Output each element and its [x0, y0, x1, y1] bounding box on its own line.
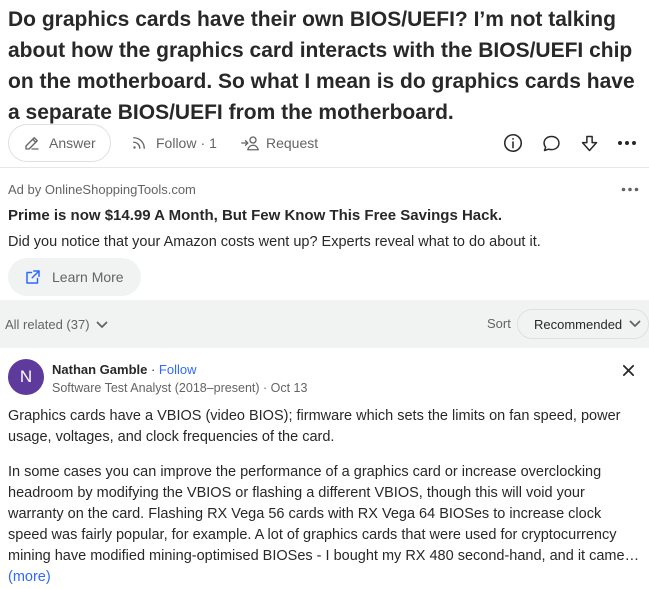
avatar[interactable]: N	[8, 359, 44, 395]
more-link[interactable]: (more)	[8, 569, 51, 585]
rss-follow-icon	[133, 137, 145, 149]
answer-paragraph: Graphics cards have a VBIOS (video BIOS)…	[8, 408, 621, 445]
author-name[interactable]: Nathan Gamble	[52, 362, 147, 377]
author-separator: ·	[147, 362, 159, 377]
answer-paragraph: In some cases you can improve the perfor…	[8, 462, 640, 588]
learn-more-button[interactable]: Learn More	[8, 258, 141, 296]
related-answers-bar: All related (37) Sort Recommended	[0, 300, 649, 348]
ad-title[interactable]: Prime is now $14.99 A Month, But Few Kno…	[8, 207, 502, 224]
follow-count: 1	[209, 135, 217, 151]
close-icon	[622, 364, 634, 376]
more-options-button[interactable]	[614, 130, 640, 156]
more-icon	[618, 141, 636, 145]
sort-label: Sort	[487, 316, 511, 331]
all-related-dropdown[interactable]: All related (37)	[5, 317, 108, 332]
external-link-icon	[26, 270, 40, 284]
sort-select[interactable]: Recommended	[517, 309, 649, 339]
request-person-icon	[241, 136, 259, 151]
author-line: Nathan Gamble · Follow	[52, 362, 197, 377]
ad-description: Did you notice that your Amazon costs we…	[8, 234, 541, 250]
more-icon	[621, 187, 639, 191]
author-follow-link[interactable]: Follow	[159, 362, 197, 377]
follow-label: Follow	[156, 135, 197, 151]
ad-sponsor[interactable]: Ad by OnlineShoppingTools.com	[8, 182, 196, 197]
sort-value: Recommended	[534, 316, 623, 332]
follow-separator: ·	[200, 135, 206, 151]
comment-button[interactable]	[538, 130, 564, 156]
downvote-button[interactable]	[576, 130, 602, 156]
ad-more-button[interactable]	[619, 180, 641, 198]
downvote-icon	[581, 135, 597, 151]
info-button[interactable]	[500, 130, 526, 156]
comment-icon	[542, 135, 560, 151]
answer-label: Answer	[49, 135, 96, 151]
question-title: Do graphics cards have their own BIOS/UE…	[8, 8, 635, 124]
learn-more-label: Learn More	[52, 269, 124, 285]
request-button[interactable]: Request	[240, 124, 318, 162]
dismiss-answer-button[interactable]	[618, 360, 638, 380]
chevron-down-icon	[96, 321, 107, 328]
follow-button[interactable]: Follow · 1	[130, 124, 217, 162]
pencil-icon	[25, 137, 39, 150]
divider	[0, 167, 649, 168]
info-icon	[503, 133, 523, 153]
request-label: Request	[266, 135, 319, 151]
question-action-bar: Answer Follow · 1 Request	[0, 124, 649, 164]
author-credential: Software Test Analyst (2018–present) · O…	[52, 381, 308, 395]
answer-button[interactable]: Answer	[8, 124, 111, 162]
all-related-label: All related (37)	[5, 317, 90, 332]
chevron-down-icon	[629, 320, 641, 327]
answer-paragraph-text: In some cases you can improve the perfor…	[8, 464, 640, 564]
